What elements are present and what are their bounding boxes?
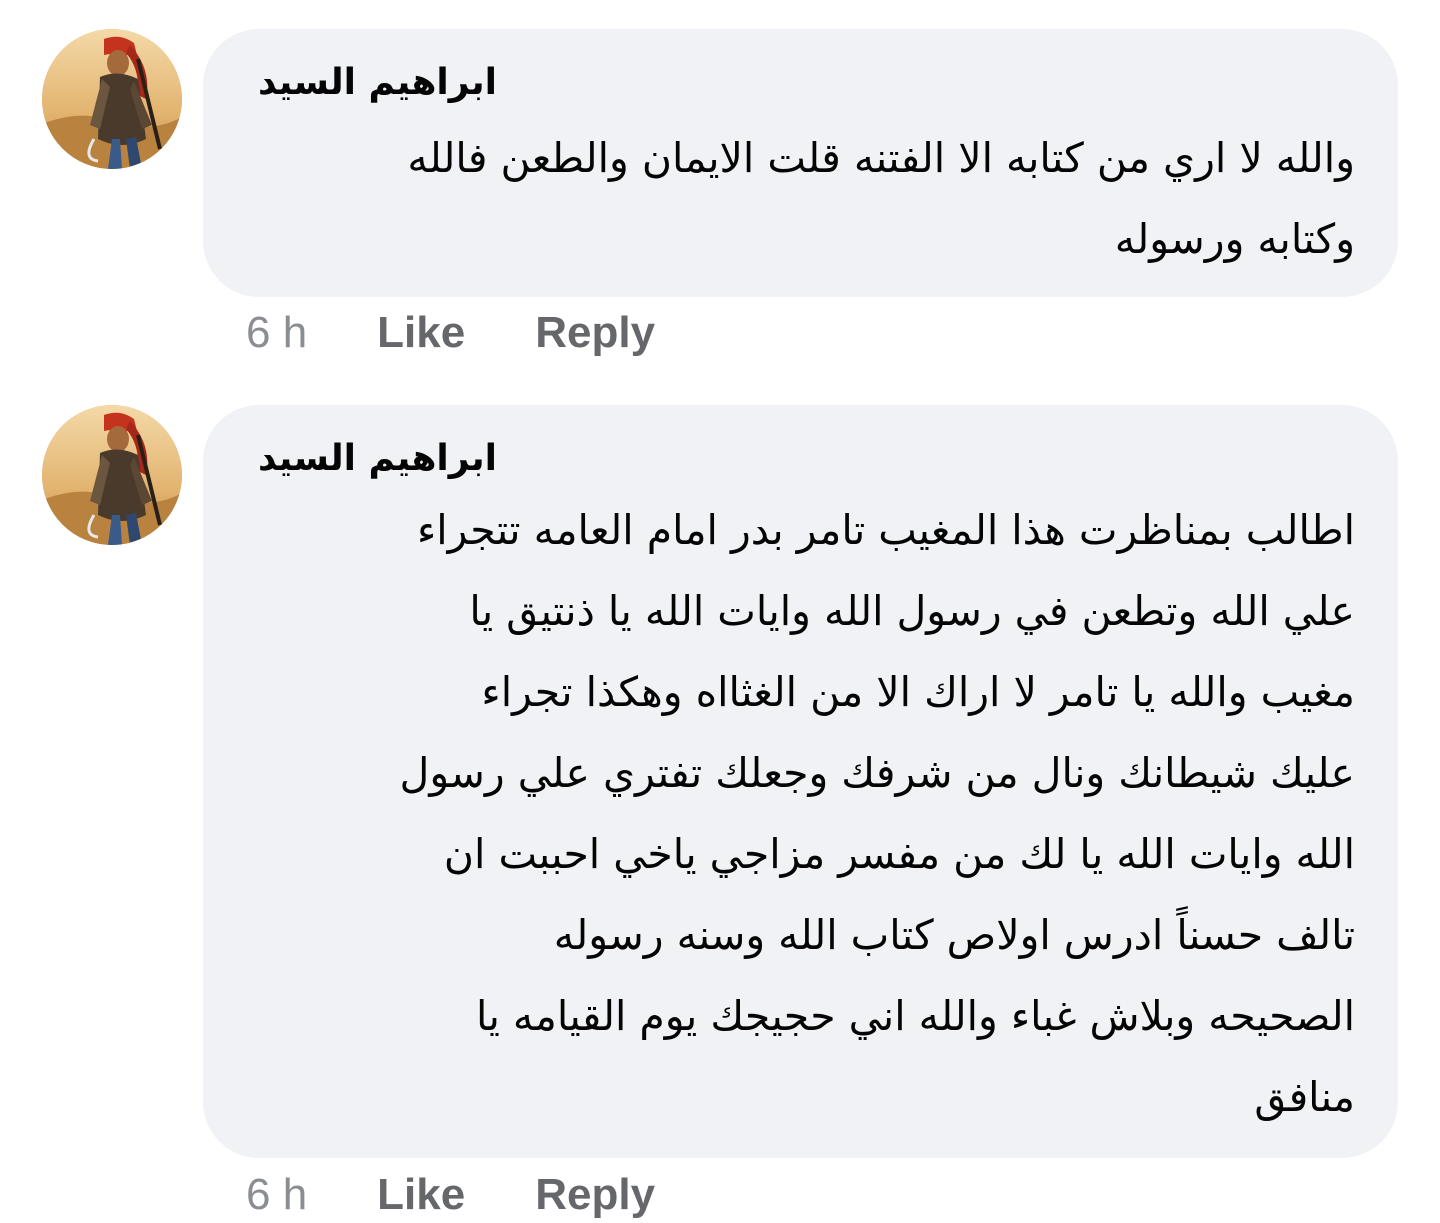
comment-text-line: علي الله وتطعن في رسول الله وايات الله ي… [469,587,1355,635]
reply-button[interactable]: Reply [535,1170,655,1220]
user-avatar[interactable] [42,405,182,545]
comment-text-line: تالف حسناً ادرس اولاص كتاب الله وسنه رسو… [553,911,1355,959]
comment-text-line: مغيب والله يا تامر لا اراك الا من الغثاا… [481,668,1355,716]
like-button[interactable]: Like [377,1170,465,1220]
comment-author[interactable]: ابراهيم السيد [258,438,497,479]
warrior-avatar-icon [42,405,182,545]
comment-text-line: عليك شيطانك ونال من شرفك وجعلك تفتري علي… [399,749,1355,797]
comment-text-line: اطالب بمناظرت هذا المغيب تامر بدر امام ا… [417,506,1355,554]
comment-time[interactable]: 6 h [246,1170,307,1220]
comment-text-line: والله لا اري من كتابه الا الفتنه قلت الا… [407,134,1355,182]
comment-actions: 6 h Like Reply [246,308,655,358]
comment-text-line: منافق [1254,1073,1355,1121]
comment-text-line: الله وايات الله يا لك من مفسر مزاجي ياخي… [443,830,1355,878]
comment-author[interactable]: ابراهيم السيد [258,62,497,103]
comment-actions: 6 h Like Reply [246,1170,655,1220]
comment-text-line: وكتابه ورسوله [1114,215,1355,263]
reply-button[interactable]: Reply [535,308,655,358]
warrior-avatar-icon [42,29,182,169]
comment-time[interactable]: 6 h [246,308,307,358]
user-avatar[interactable] [42,29,182,169]
comment-text: اطالب بمناظرت هذا المغيب تامر بدر امام ا… [255,490,1355,1138]
comment-text: والله لا اري من كتابه الا الفتنه قلت الا… [255,118,1355,280]
comment-text-line: الصحيحه وبلاش غباء والله اني حجيجك يوم ا… [475,992,1355,1040]
like-button[interactable]: Like [377,308,465,358]
